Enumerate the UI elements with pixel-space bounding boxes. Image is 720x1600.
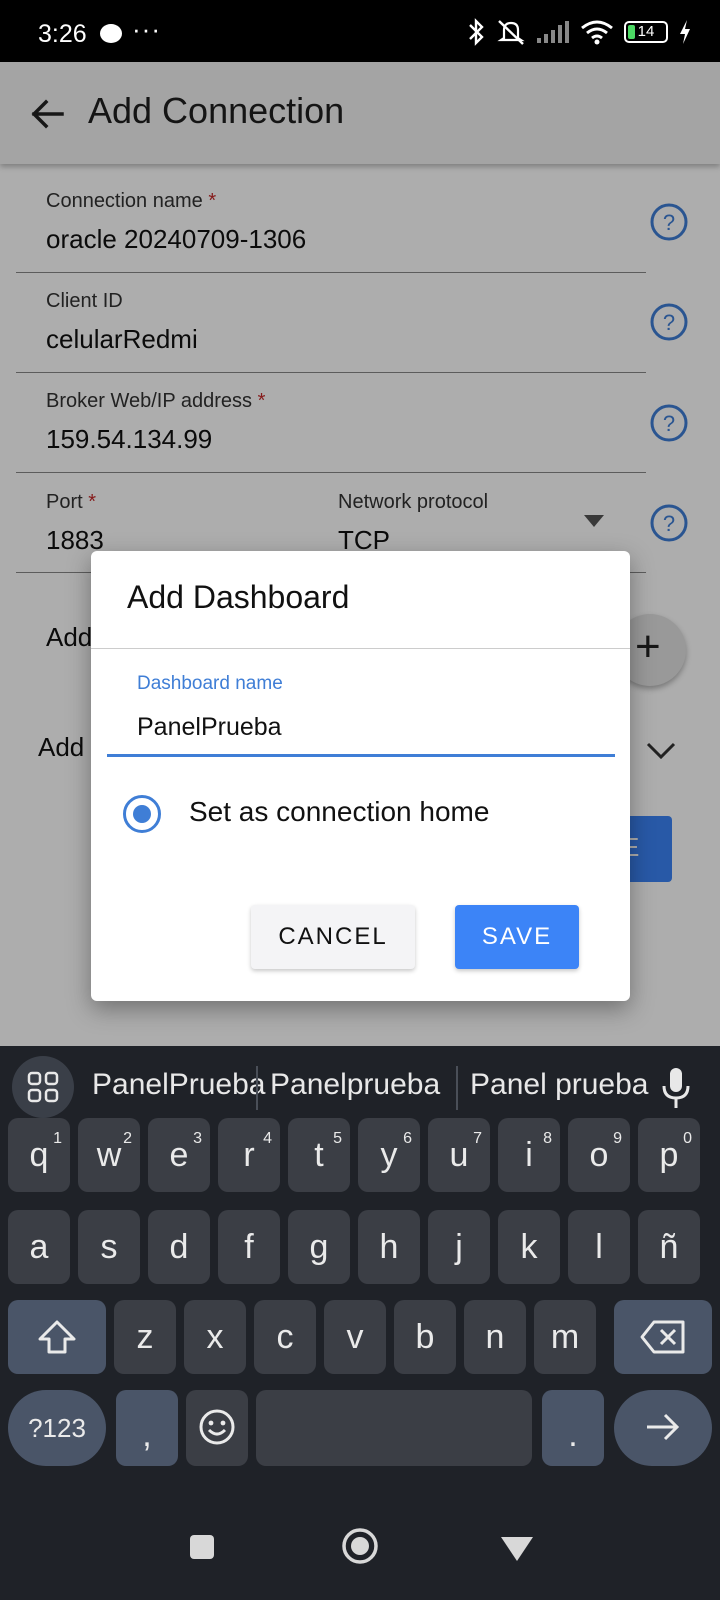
suggestion-1[interactable]: PanelPrueba [92,1068,265,1102]
battery-icon: 14 [624,21,668,43]
key-j[interactable]: j [428,1210,490,1284]
emoji-icon [199,1409,235,1445]
key-hint-number: 9 [613,1130,622,1147]
space-key[interactable] [256,1390,532,1466]
key-c[interactable]: c [254,1300,316,1374]
dialog-divider [91,648,630,649]
bluetooth-icon [469,18,484,46]
battery-level: 14 [637,23,655,40]
key-w[interactable]: w2 [78,1118,140,1192]
key-hint-number: 1 [53,1130,62,1147]
symbols-key[interactable]: ?123 [8,1390,106,1466]
key-f[interactable]: f [218,1210,280,1284]
key-o[interactable]: o9 [568,1118,630,1192]
comma-key[interactable]: , [116,1390,178,1466]
status-icons: 14 [466,18,692,46]
apps-grid-icon [27,1071,59,1103]
key-ñ[interactable]: ñ [638,1210,700,1284]
dashboard-name-input[interactable] [107,701,615,757]
key-g[interactable]: g [288,1210,350,1284]
key-a[interactable]: a [8,1210,70,1284]
connection-home-label[interactable]: Set as connection home [189,796,489,828]
key-d[interactable]: d [148,1210,210,1284]
enter-arrow-icon [647,1413,680,1441]
key-i[interactable]: i8 [498,1118,560,1192]
radio-selected-dot [133,805,151,823]
shift-icon [38,1320,76,1354]
key-n[interactable]: n [464,1300,526,1374]
charging-icon [680,20,690,44]
enter-key[interactable] [614,1390,712,1466]
system-nav-bar [0,1506,720,1600]
save-button[interactable]: SAVE [455,905,579,969]
wifi-icon [581,20,613,45]
recent-apps-icon[interactable] [189,1534,215,1560]
key-u[interactable]: u7 [428,1118,490,1192]
key-hint-number: 7 [473,1130,482,1147]
key-hint-number: 4 [263,1130,272,1147]
cancel-button[interactable]: CANCEL [251,905,415,969]
status-time: 3:26 [38,20,87,48]
key-z[interactable]: z [114,1300,176,1374]
key-e[interactable]: e3 [148,1118,210,1192]
home-icon[interactable] [340,1526,380,1566]
suggestion-divider [456,1066,458,1110]
key-hint-number: 5 [333,1130,342,1147]
dashboard-name-label: Dashboard name [137,673,283,694]
key-hint-number: 3 [193,1130,202,1147]
backspace-key[interactable] [614,1300,712,1374]
shift-key[interactable] [8,1300,106,1374]
backspace-icon [640,1320,685,1354]
add-dashboard-dialog: Add Dashboard Dashboard name Set as conn… [91,551,630,1001]
key-y[interactable]: y6 [358,1118,420,1192]
key-m[interactable]: m [534,1300,596,1374]
key-hint-number: 2 [123,1130,132,1147]
suggestion-divider [256,1066,258,1110]
status-bar: 3:26 ··· 14 [0,0,720,62]
period-key[interactable]: . [542,1390,604,1466]
key-h[interactable]: h [358,1210,420,1284]
emoji-key[interactable] [186,1390,248,1466]
key-v[interactable]: v [324,1300,386,1374]
connection-home-radio[interactable] [123,795,161,833]
back-nav-icon[interactable] [500,1536,534,1562]
key-s[interactable]: s [78,1210,140,1284]
more-notifications-icon: ··· [132,14,161,44]
keyboard-menu-button[interactable] [12,1056,74,1118]
key-k[interactable]: k [498,1210,560,1284]
soft-keyboard: PanelPrueba Panelprueba Panel prueba q1w… [0,1046,720,1506]
key-l[interactable]: l [568,1210,630,1284]
key-x[interactable]: x [184,1300,246,1374]
key-t[interactable]: t5 [288,1118,350,1192]
suggestion-2[interactable]: Panelprueba [270,1068,440,1102]
key-q[interactable]: q1 [8,1118,70,1192]
chat-notification-icon [100,24,122,43]
dialog-title: Add Dashboard [127,579,350,615]
key-p[interactable]: p0 [638,1118,700,1192]
signal-icon [537,21,569,43]
key-b[interactable]: b [394,1300,456,1374]
key-hint-number: 6 [403,1130,412,1147]
key-r[interactable]: r4 [218,1118,280,1192]
mute-icon [497,20,525,45]
key-hint-number: 0 [683,1130,692,1147]
suggestion-3[interactable]: Panel prueba [470,1068,648,1102]
key-hint-number: 8 [543,1130,552,1147]
